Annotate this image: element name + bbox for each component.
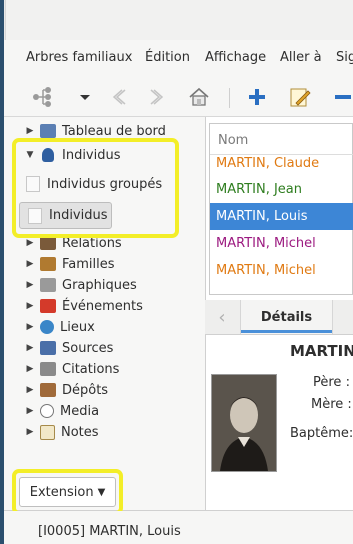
expander-icon[interactable]: ▶ xyxy=(24,126,36,136)
sidebar-item-notes[interactable]: ▶ Notes xyxy=(24,422,99,442)
forward-icon[interactable] xyxy=(144,84,170,110)
sidebar-item-label: Tableau de bord xyxy=(62,123,166,139)
expander-icon[interactable]: ▶ xyxy=(24,280,36,290)
expander-icon[interactable]: ▶ xyxy=(24,385,36,395)
pere-label: Père : xyxy=(313,375,350,390)
sidebar-item-label: Dépôts xyxy=(62,382,109,398)
book-icon xyxy=(40,341,56,355)
sidebar-item-depots[interactable]: ▶ Dépôts xyxy=(24,380,109,400)
notes-icon xyxy=(40,424,55,440)
expander-icon[interactable]: ▶ xyxy=(24,427,36,437)
sidebar-item-lieux[interactable]: ▶ Lieux xyxy=(24,317,95,337)
menu-aller-a[interactable]: Aller à xyxy=(280,50,322,65)
expander-icon[interactable]: ▶ xyxy=(24,322,36,332)
row-name: MARTIN, Michel xyxy=(216,236,316,251)
tab-details[interactable]: Détails xyxy=(240,300,333,334)
add-icon[interactable] xyxy=(244,84,270,110)
sidebar-item-label: Sources xyxy=(62,340,114,356)
dashboard-icon xyxy=(40,124,56,138)
active-tab-indicator xyxy=(241,330,332,333)
bapteme-label: Baptême: xyxy=(290,426,353,441)
tree-icon[interactable] xyxy=(30,84,56,110)
details-title: MARTIN xyxy=(290,342,353,360)
status-text: [I0005] MARTIN, Louis xyxy=(38,524,181,539)
list-row[interactable]: MARTIN, Michel xyxy=(210,257,353,284)
row-name: MARTIN, Louis xyxy=(216,209,308,224)
person-photo[interactable] xyxy=(211,374,277,472)
highlight-box xyxy=(12,138,179,238)
sidebar-item-label: Familles xyxy=(62,256,115,272)
globe-icon xyxy=(40,320,54,334)
relations-icon xyxy=(40,236,56,250)
expander-icon[interactable]: ▶ xyxy=(24,406,36,416)
family-icon xyxy=(40,257,56,271)
sidebar-item-label: Lieux xyxy=(60,319,95,335)
repository-icon xyxy=(40,383,56,397)
row-name: MARTIN, Claude xyxy=(216,156,320,171)
list-row[interactable]: MARTIN, Claude xyxy=(210,150,353,177)
expander-icon[interactable]: ▶ xyxy=(24,343,36,353)
sidebar-item-label: Événements xyxy=(62,298,143,314)
tab-scroll-left-icon[interactable]: ‹ xyxy=(205,300,239,334)
toolbar-separator xyxy=(229,88,230,108)
sidebar-item-label: Graphiques xyxy=(62,277,137,293)
mere-label: Mère : xyxy=(311,397,352,412)
remove-icon[interactable] xyxy=(330,84,353,110)
sidebar-item-citations[interactable]: ▶ Citations xyxy=(24,359,120,379)
column-header-label: Nom xyxy=(218,133,249,148)
home-icon[interactable] xyxy=(186,84,212,110)
dropdown-arrow-icon[interactable] xyxy=(72,84,98,110)
row-name: MARTIN, Jean xyxy=(216,182,302,197)
sidebar-item-evenements[interactable]: ▶ Événements xyxy=(24,296,143,316)
menu-edition[interactable]: Édition xyxy=(145,50,190,65)
sidebar-item-label: Notes xyxy=(61,424,99,440)
expander-icon[interactable]: ▶ xyxy=(24,364,36,374)
menu-signets[interactable]: Sig xyxy=(336,50,353,65)
sidebar-item-sources[interactable]: ▶ Sources xyxy=(24,338,114,358)
calendar-icon xyxy=(40,299,56,313)
menu-affichage[interactable]: Affichage xyxy=(205,50,266,65)
highlight-box xyxy=(12,469,123,515)
citation-icon xyxy=(40,362,56,376)
back-icon[interactable] xyxy=(106,84,132,110)
sidebar-item-graphiques[interactable]: ▶ Graphiques xyxy=(24,275,137,295)
chart-icon xyxy=(40,278,56,292)
titlebar-strip xyxy=(5,0,353,40)
sidebar-item-familles[interactable]: ▶ Familles xyxy=(24,254,115,274)
expander-icon[interactable]: ▶ xyxy=(24,238,36,248)
sidebar-item-media[interactable]: ▶ Media xyxy=(24,401,100,421)
list-row[interactable]: MARTIN, Michel xyxy=(210,230,353,257)
sidebar-item-label: Media xyxy=(60,403,100,419)
row-name: MARTIN, Michel xyxy=(216,263,316,278)
sidebar-item-label: Citations xyxy=(62,361,120,377)
expander-icon[interactable]: ▶ xyxy=(24,301,36,311)
list-row[interactable]: MARTIN, Jean xyxy=(210,176,353,203)
media-icon xyxy=(40,404,54,418)
list-row-selected[interactable]: MARTIN, Louis xyxy=(210,203,353,230)
edit-icon[interactable] xyxy=(287,84,313,110)
expander-icon[interactable]: ▶ xyxy=(24,259,36,269)
menu-arbres-familiaux[interactable]: Arbres familiaux xyxy=(26,50,132,65)
